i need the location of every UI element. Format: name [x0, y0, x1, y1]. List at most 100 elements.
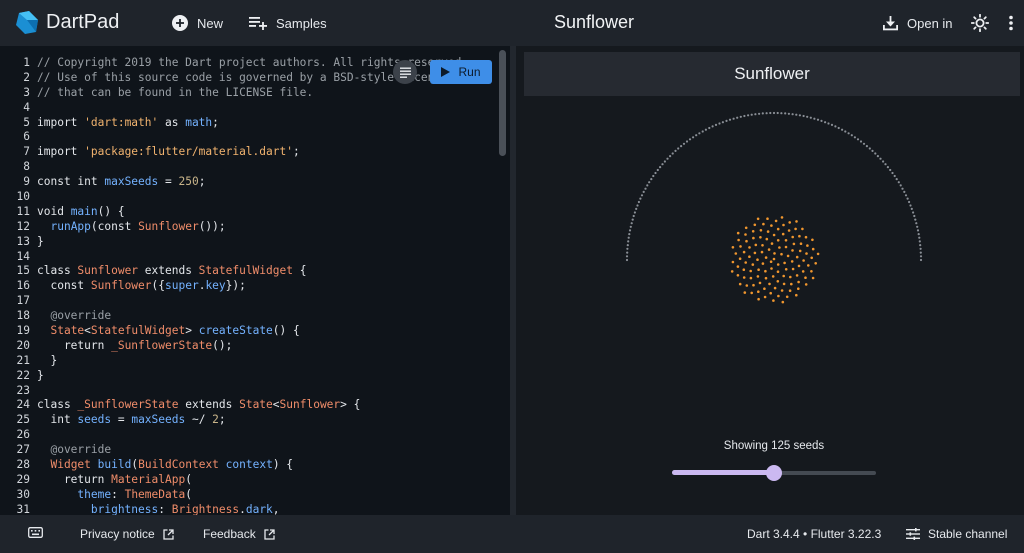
seed-dot: [761, 262, 765, 265]
unused-seed-dot: [708, 126, 711, 130]
code-content[interactable]: // Copyright 2019 the Dart project autho…: [37, 56, 507, 515]
keyboard-shortcuts-button[interactable]: [28, 527, 43, 538]
code-editor[interactable]: 1 2 3 4 5 6 7 8 9 10 11 12 13 14 15 16 17 18 19 20 21 22 23 24 2…: [0, 46, 510, 515]
theme-toggle-button[interactable]: [971, 13, 989, 33]
seed-dot: [782, 223, 785, 227]
code-token: as: [158, 115, 186, 129]
seed-dot: [801, 227, 804, 231]
code-line[interactable]: Widget build(BuildContext context) {: [37, 458, 507, 473]
code-line[interactable]: const Sunflower({super.key});: [37, 279, 507, 294]
open-in-label: Open in: [907, 15, 953, 31]
code-token: brightness: [37, 502, 159, 515]
code-line[interactable]: ​: [37, 428, 507, 443]
samples-button[interactable]: Samples: [249, 13, 327, 33]
code-line[interactable]: void main() {: [37, 205, 507, 220]
editor-scrollbar[interactable]: [499, 50, 506, 512]
code-token: ());: [198, 219, 226, 233]
code-line[interactable]: int seeds = maxSeeds ~/ 2;: [37, 413, 507, 428]
code-line[interactable]: ​: [37, 250, 507, 265]
editor-scrollbar-thumb[interactable]: [499, 50, 506, 156]
code-token: ;: [198, 175, 206, 189]
seed-dot: [748, 255, 751, 258]
dart-logo-icon: [16, 11, 38, 34]
code-token: import: [37, 115, 85, 129]
seed-dot: [764, 276, 768, 280]
unused-seed-dot: [834, 125, 837, 128]
seed-dot: [798, 249, 802, 253]
code-line[interactable]: import 'package:flutter/material.dart';: [37, 145, 507, 160]
code-line[interactable]: class Sunflower extends StatefulWidget {: [37, 264, 507, 279]
code-token: class: [37, 398, 78, 412]
code-line[interactable]: return MaterialApp(: [37, 473, 507, 488]
code-line[interactable]: import 'dart:math' as math;: [37, 116, 507, 131]
seed-dot: [794, 227, 797, 231]
privacy-notice-link[interactable]: Privacy notice: [80, 527, 174, 541]
more-menu-button[interactable]: [1008, 13, 1014, 33]
code-line[interactable]: State<StatefulWidget> createState() {: [37, 324, 507, 339]
seed-dot: [763, 287, 766, 290]
unused-seed-dot: [798, 114, 801, 117]
unused-seed-dot: [661, 163, 664, 166]
unused-seed-dot: [639, 197, 642, 200]
code-line[interactable]: class _SunflowerState extends State<Sunf…: [37, 398, 507, 413]
code-line[interactable]: ​: [37, 384, 507, 399]
new-button[interactable]: New: [172, 13, 223, 33]
code-token: maxSeeds: [131, 413, 186, 427]
seed-dot: [758, 281, 762, 285]
code-token: StatefulWidget: [90, 324, 186, 338]
code-line[interactable]: @override: [37, 309, 507, 324]
code-token: // that can be found in the LICENSE file…: [37, 85, 314, 99]
unused-seed-dot: [674, 149, 677, 152]
line-number: 24: [16, 398, 30, 412]
format-button[interactable]: [393, 60, 417, 84]
privacy-notice-label: Privacy notice: [80, 527, 155, 541]
code-line[interactable]: }: [37, 354, 507, 369]
samples-label: Samples: [276, 15, 327, 31]
sdk-version: Dart 3.4.4 • Flutter 3.22.3: [747, 527, 881, 541]
unused-seed-dot: [772, 111, 776, 115]
seed-dot: [748, 246, 751, 249]
code-line[interactable]: }: [37, 369, 507, 384]
seed-slider-thumb[interactable]: [766, 465, 782, 481]
seed-dot: [756, 275, 760, 278]
seed-slider[interactable]: [672, 464, 876, 482]
code-line[interactable]: brightness: Brightness.dark,: [37, 503, 507, 515]
unused-seed-dot: [903, 190, 906, 193]
unused-seed-dot: [824, 121, 827, 124]
code-line[interactable]: ​: [37, 130, 507, 145]
code-line[interactable]: ​: [37, 160, 507, 175]
code-line[interactable]: ​: [37, 294, 507, 309]
channel-selector[interactable]: Stable channel: [906, 527, 1007, 541]
feedback-link[interactable]: Feedback: [203, 527, 275, 541]
unused-seed-dot: [882, 160, 885, 163]
unused-seed-dot: [919, 258, 923, 262]
code-line[interactable]: theme: ThemeData(: [37, 488, 507, 503]
open-in-button[interactable]: Open in: [883, 13, 953, 33]
seed-dot: [798, 234, 801, 238]
code-token: import: [37, 145, 85, 159]
unused-seed-dot: [918, 240, 921, 243]
code-token: return: [37, 338, 112, 352]
code-line[interactable]: ​: [37, 190, 507, 205]
code-token: super: [165, 279, 199, 293]
seed-dot: [757, 268, 760, 271]
code-line[interactable]: runApp(const Sunflower());: [37, 220, 507, 235]
line-number: 23: [16, 383, 30, 397]
code-line[interactable]: // that can be found in the LICENSE file…: [37, 86, 507, 101]
unused-seed-dot: [841, 128, 844, 131]
seed-dot: [783, 261, 786, 265]
code-line[interactable]: }: [37, 235, 507, 250]
code-line[interactable]: return _SunflowerState();: [37, 339, 507, 354]
seed-dot: [738, 257, 742, 260]
code-line[interactable]: @override: [37, 443, 507, 458]
seed-dot: [801, 270, 805, 273]
seed-dot: [791, 249, 794, 252]
sdk-version-label: Dart 3.4.4 • Flutter 3.22.3: [747, 527, 882, 541]
code-line[interactable]: ​: [37, 101, 507, 116]
code-line[interactable]: const int maxSeeds = 250;: [37, 175, 507, 190]
seed-dot: [776, 227, 780, 231]
line-number: 28: [16, 458, 30, 472]
seed-slider-active-track: [672, 470, 774, 475]
preview-app-bar: Sunflower: [524, 52, 1020, 96]
run-button[interactable]: Run: [430, 60, 492, 84]
